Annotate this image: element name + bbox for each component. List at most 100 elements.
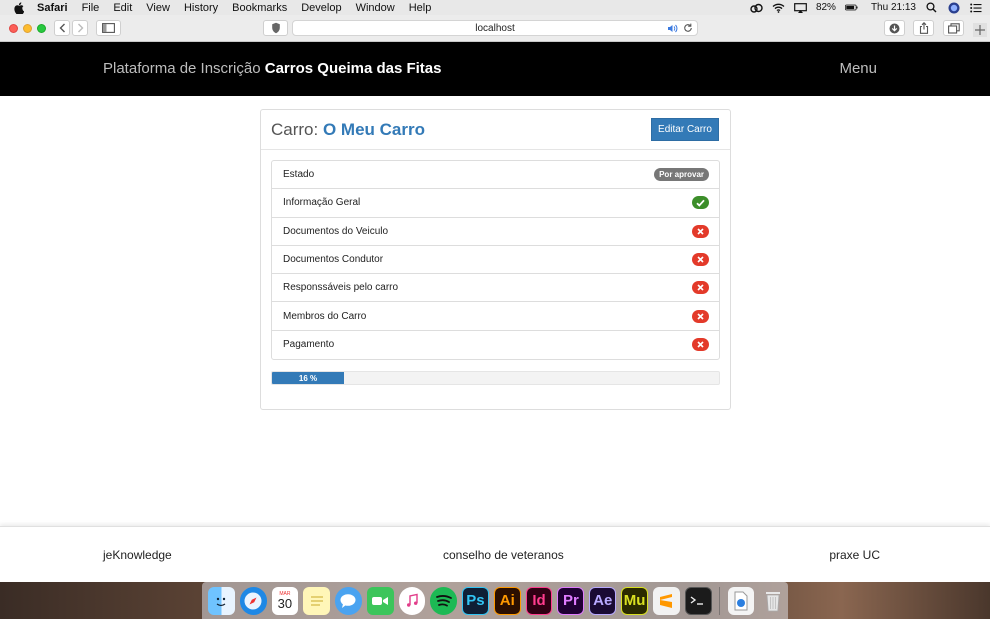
menu-view[interactable]: View [146, 2, 170, 14]
dock: MAR 30 Ps Ai Id Pr Ae Mu [202, 582, 788, 619]
browser-toolbar: localhost [0, 15, 990, 42]
brand-prefix: Plataforma de Inscrição [103, 60, 261, 77]
safari-icon[interactable] [239, 586, 267, 615]
new-tab-button[interactable] [973, 23, 987, 37]
menu-app-name[interactable]: Safari [37, 2, 68, 14]
sidebar-toggle-button[interactable] [96, 20, 121, 36]
reload-icon [684, 23, 692, 32]
menu-develop[interactable]: Develop [301, 2, 341, 14]
menu-history[interactable]: History [184, 2, 218, 14]
user-avatar-icon[interactable] [947, 2, 960, 13]
card-title: Carro: O Meu Carro [271, 120, 425, 140]
status-row-responsaveis[interactable]: Responssáveis pelo carro [272, 274, 719, 303]
site-brand[interactable]: Plataforma de Inscrição Carros Queima da… [103, 60, 441, 77]
plus-icon [975, 25, 985, 35]
close-icon [692, 338, 709, 352]
card-title-prefix: Carro: [271, 120, 319, 139]
close-icon [692, 309, 709, 323]
notes-icon[interactable] [303, 586, 330, 615]
status-row-label: Membros do Carro [283, 310, 367, 322]
status-row-label: Pagamento [283, 339, 335, 351]
status-row-estado: Estado Por aprovar [272, 161, 719, 190]
zoom-window-button[interactable] [37, 24, 46, 33]
notification-center-icon[interactable] [969, 2, 982, 13]
apple-logo-icon[interactable] [12, 1, 26, 14]
itunes-icon[interactable] [398, 586, 426, 615]
completion-progress-bar: 16 % [271, 371, 720, 385]
footer-link-praxe[interactable]: praxe UC [829, 548, 880, 562]
menu-bookmarks[interactable]: Bookmarks [232, 2, 287, 14]
illustrator-icon[interactable]: Ai [493, 586, 521, 615]
menu-link[interactable]: Menu [839, 60, 877, 77]
close-icon [692, 224, 709, 238]
check-icon [692, 196, 709, 210]
status-row-label: Documentos Condutor [283, 254, 384, 266]
car-card: Carro: O Meu Carro Editar Carro Estado P… [260, 109, 731, 410]
status-row-label: Documentos do Veiculo [283, 225, 389, 237]
shield-icon [271, 22, 280, 34]
audio-playing-icon [668, 24, 678, 32]
airplay-icon[interactable] [794, 2, 807, 13]
after-effects-icon[interactable]: Ae [589, 586, 617, 615]
premiere-icon[interactable]: Pr [557, 586, 585, 615]
menu-edit[interactable]: Edit [113, 2, 132, 14]
status-row-label: Informação Geral [283, 197, 361, 209]
trash-icon[interactable] [759, 587, 786, 615]
messages-icon[interactable] [335, 586, 362, 615]
macos-menu-bar: Safari File Edit View History Bookmarks … [0, 0, 990, 15]
facetime-icon[interactable] [366, 586, 394, 615]
status-row-label: Responssáveis pelo carro [283, 282, 399, 294]
status-row-informacao-geral[interactable]: Informação Geral [272, 189, 719, 218]
forward-button[interactable] [72, 20, 88, 36]
status-row-membros[interactable]: Membros do Carro [272, 302, 719, 331]
progress-label: 16 % [298, 373, 318, 383]
terminal-icon[interactable] [684, 586, 712, 615]
chevron-left-icon [59, 23, 65, 33]
footer-link-jeknowledge[interactable]: jeKnowledge [103, 548, 172, 562]
sidebar-icon [102, 23, 115, 33]
address-bar[interactable]: localhost [292, 20, 698, 36]
dock-separator [718, 586, 720, 615]
battery-percent: 82% [815, 2, 836, 13]
address-bar-url: localhost [475, 22, 515, 34]
menubar-clock[interactable]: Thu 21:13 [871, 2, 916, 13]
battery-icon[interactable] [844, 2, 858, 13]
menu-window[interactable]: Window [356, 2, 395, 14]
brand-name: Carros Queima das Fitas [264, 60, 442, 77]
download-icon [889, 23, 900, 33]
footer-link-conselho[interactable]: conselho de veteranos [443, 548, 564, 562]
close-window-button[interactable] [9, 24, 18, 33]
status-row-documentos-condutor[interactable]: Documentos Condutor [272, 246, 719, 275]
progress-fill: 16 % [272, 372, 344, 384]
status-list: Estado Por aprovar Informação Geral Docu… [271, 160, 720, 361]
muse-icon[interactable]: Mu [621, 586, 648, 615]
share-icon [919, 22, 928, 34]
safari-extension-button[interactable] [263, 20, 288, 36]
photoshop-icon[interactable]: Ps [462, 586, 489, 615]
close-icon [692, 253, 709, 267]
finder-icon[interactable] [208, 586, 235, 615]
status-row-label: Estado [283, 169, 315, 181]
calendar-icon[interactable]: MAR 30 [271, 586, 299, 615]
menu-help[interactable]: Help [409, 2, 432, 14]
spotlight-search-icon[interactable] [925, 2, 938, 13]
tab-overview-button[interactable] [943, 20, 964, 36]
downloads-button[interactable] [884, 20, 905, 36]
creative-cloud-icon[interactable] [750, 2, 763, 13]
spotify-icon[interactable] [430, 586, 457, 615]
sublime-text-icon[interactable] [652, 586, 680, 615]
menu-file[interactable]: File [82, 2, 100, 14]
wifi-icon[interactable] [772, 2, 785, 13]
safari-download-file-icon[interactable] [727, 586, 755, 615]
status-row-documentos-veiculo[interactable]: Documentos do Veiculo [272, 218, 719, 246]
status-row-pagamento[interactable]: Pagamento [272, 331, 719, 359]
calendar-day: 30 [277, 595, 293, 611]
tabs-icon [947, 22, 960, 34]
chevron-right-icon [77, 23, 83, 33]
share-button[interactable] [913, 20, 934, 36]
edit-car-button[interactable]: Editar Carro [651, 118, 719, 141]
back-button[interactable] [54, 20, 70, 36]
minimize-window-button[interactable] [23, 24, 32, 33]
site-header: Plataforma de Inscrição Carros Queima da… [0, 42, 990, 96]
indesign-icon[interactable]: Id [525, 586, 553, 615]
